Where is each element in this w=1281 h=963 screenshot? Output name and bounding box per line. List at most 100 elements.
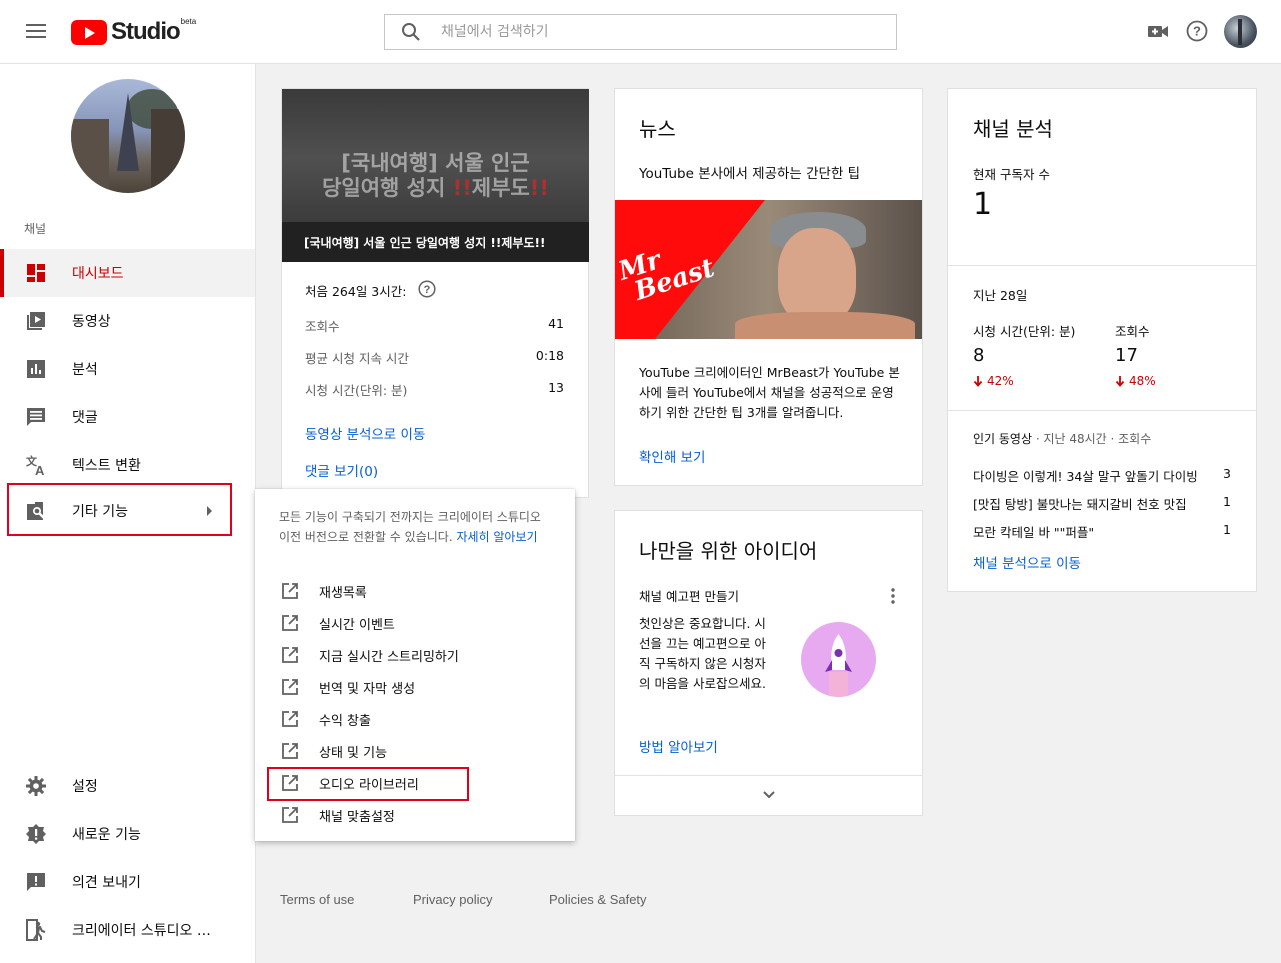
create-video-icon[interactable] [1147,20,1169,46]
watch-time-label: 시청 시간(단위: 분) [973,324,1076,339]
svg-text:?: ? [424,284,431,296]
search-box[interactable] [384,14,897,50]
news-watch-link[interactable]: 확인해 보기 [639,446,705,466]
sidebar-item-label: 대시보드 [72,266,124,282]
sidebar-item-whats-new[interactable]: 새로운 기능 [0,810,255,858]
chevron-down-icon[interactable] [762,790,776,800]
sidebar-item-translations[interactable]: 文A 텍스트 변환 [0,441,255,489]
video-thumbnail[interactable]: [국내여행] 서울 인근 당일여행 성지 !!제부도!! [국내여행] 서울 인… [282,89,589,262]
terms-of-use-link[interactable]: Terms of use [280,892,354,907]
sidebar-item-comments[interactable]: 댓글 [0,393,255,441]
top-video-views: 1 [1223,522,1231,537]
menu-item-label: 상태 및 기능 [319,745,388,761]
arrow-down-icon [1115,376,1125,387]
analytics-icon [24,357,48,381]
idea-item-title: 채널 예고편 만들기 [639,589,739,604]
open-in-new-icon [282,647,298,663]
idea-learn-how-link[interactable]: 방법 알아보기 [639,736,718,756]
channel-analytics-link[interactable]: 채널 분석으로 이동 [973,552,1081,572]
menu-item-channel-customization[interactable]: 채널 맞춤설정 [255,799,575,831]
menu-item-playlists[interactable]: 재생목록 [255,575,575,607]
menu-item-label: 지금 실시간 스트리밍하기 [319,649,459,665]
privacy-policy-link[interactable]: Privacy policy [413,892,492,907]
sidebar-item-label: 댓글 [72,410,98,426]
menu-icon[interactable] [26,24,46,40]
top-video-title[interactable]: [맛집 탕방] 불맛나는 돼지갈비 천호 맛집 [973,494,1215,513]
sidebar-item-analytics[interactable]: 분석 [0,345,255,393]
menu-item-monetization[interactable]: 수익 창출 [255,703,575,735]
sidebar-item-other-features[interactable]: 기타 기능 [0,487,255,535]
watch-time-value: 8 [973,345,985,366]
search-input[interactable] [441,24,861,40]
policies-safety-link[interactable]: Policies & Safety [549,892,647,907]
help-icon[interactable]: ? [1186,20,1208,46]
account-avatar[interactable] [1224,15,1257,48]
video-analytics-link[interactable]: 동영상 분석으로 이동 [305,423,425,443]
menu-item-audio-library[interactable]: 오디오 라이브러리 [255,767,575,799]
stat-label-watch-time: 시청 시간(단위: 분) [305,383,408,398]
open-in-new-icon [282,775,298,791]
views-value: 17 [1115,345,1138,366]
more-vert-icon[interactable] [886,587,900,605]
channel-analytics-title: 채널 분석 [973,117,1053,141]
menu-item-stream-now[interactable]: 지금 실시간 스트리밍하기 [255,639,575,671]
thumbnail-overlay-line2: 당일여행 성지 !!제부도!! [322,176,549,200]
sidebar-item-dashboard[interactable]: 대시보드 [0,249,255,297]
open-in-new-icon [282,711,298,727]
sidebar-item-settings[interactable]: 설정 [0,762,255,810]
video-library-icon [24,309,48,333]
menu-description: 모든 기능이 구축되기 전까지는 크리에이터 스튜디오 이전 버전으로 전환할 … [279,510,541,544]
sidebar-item-classic-studio[interactable]: 크리에이터 스튜디오 … [0,906,255,954]
stat-label-avg-view-duration: 평균 시청 지속 시간 [305,351,409,366]
top-video-views: 1 [1223,494,1231,509]
sidebar-item-label: 텍스트 변환 [72,458,141,474]
news-video-thumbnail[interactable]: Mr Beast [615,200,922,339]
translate-icon: 文A [24,453,48,477]
sidebar-item-label: 동영상 [72,314,111,330]
dashboard-icon [24,261,48,285]
open-in-new-icon [282,583,298,599]
help-icon[interactable]: ? [418,280,436,298]
top-video-title[interactable]: 모란 칵테일 바 ""퍼플" [973,522,1215,541]
sidebar-item-videos[interactable]: 동영상 [0,297,255,345]
open-in-new-icon [282,679,298,695]
news-body: YouTube 크리에이터인 MrBeast가 YouTube 본사에 들러 Y… [639,365,900,420]
menu-item-label: 실시간 이벤트 [319,617,395,633]
menu-item-label: 번역 및 자막 생성 [319,681,416,697]
sidebar-item-send-feedback[interactable]: 의견 보내기 [0,858,255,906]
stat-value-views: 41 [548,316,564,331]
other-features-icon [24,499,48,523]
open-in-new-icon [282,615,298,631]
sidebar-item-label: 분석 [72,362,98,378]
menu-item-label: 채널 맞춤설정 [319,809,395,825]
video-title[interactable]: [국내여행] 서울 인근 당일여행 성지 !!제부도!! [282,222,589,262]
latest-video-card: [국내여행] 서울 인근 당일여행 성지 !!제부도!! [국내여행] 서울 인… [281,88,589,498]
views-label: 조회수 [1115,324,1150,339]
chevron-right-icon [207,506,212,516]
menu-item-live-events[interactable]: 실시간 이벤트 [255,607,575,639]
thumbnail-overlay-line1: [국내여행] 서울 인근 [341,151,530,175]
svg-text:?: ? [1193,24,1201,39]
learn-more-link[interactable]: 자세히 알아보기 [456,530,537,544]
sidebar-item-label: 크리에이터 스튜디오 … [72,923,211,939]
menu-item-status-features[interactable]: 상태 및 기능 [255,735,575,767]
stat-value-watch-time: 13 [548,380,564,395]
views-change: 48% [1115,374,1156,388]
comments-icon [24,405,48,429]
watch-time-change: 42% [973,374,1014,388]
top-videos-header: 인기 동영상 · 지난 48시간 · 조회수 [973,432,1152,446]
stat-label-views: 조회수 [305,319,340,334]
youtube-logo-icon [71,19,107,45]
menu-item-translations-subtitles[interactable]: 번역 및 자막 생성 [255,671,575,703]
stat-value-avg-view-duration: 0:18 [535,348,564,363]
top-video-views: 3 [1223,466,1231,481]
other-features-menu: 모든 기능이 구축되기 전까지는 크리에이터 스튜디오 이전 버전으로 전환할 … [255,489,575,841]
studio-logo[interactable]: Studio beta [71,17,197,45]
logo-beta-badge: beta [180,17,197,26]
news-title: 뉴스 [639,117,676,141]
open-in-new-icon [282,807,298,823]
channel-avatar[interactable] [71,79,185,193]
view-comments-link[interactable]: 댓글 보기(0) [305,460,378,480]
top-video-title[interactable]: 다이빙은 이렇게! 34살 말구 앞돌기 다이빙 [973,466,1215,485]
sidebar-section-label: 채널 [24,222,47,236]
